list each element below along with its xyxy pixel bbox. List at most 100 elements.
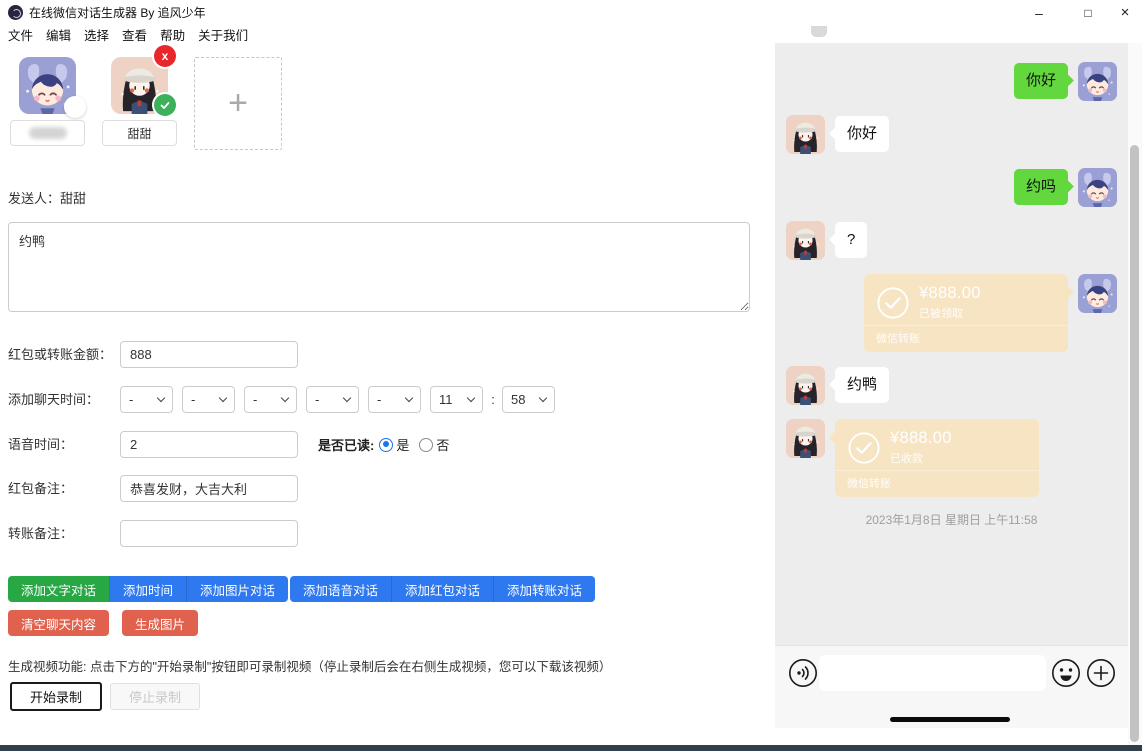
add-redpacket-dialog-button[interactable]: 添加红包对话 bbox=[392, 576, 494, 602]
avatar-picker: x 甜甜 + bbox=[10, 57, 282, 150]
chevron-down-icon bbox=[539, 394, 547, 402]
unselected-circle-icon[interactable] bbox=[64, 96, 86, 118]
check-icon bbox=[876, 286, 910, 320]
selected-check-icon[interactable] bbox=[154, 94, 176, 116]
plus-icon[interactable] bbox=[1086, 658, 1116, 688]
time-select-day[interactable]: - bbox=[244, 386, 297, 413]
title-bar: 在线微信对话生成器 By 追风少年 – □ × bbox=[0, 0, 1142, 26]
emoji-icon[interactable] bbox=[1051, 658, 1081, 688]
transfer-card: ¥888.00 已收款 微信转账 bbox=[835, 419, 1039, 497]
avatar-name-censored bbox=[29, 127, 67, 139]
time-select-month[interactable]: - bbox=[182, 386, 235, 413]
avatar-item-2[interactable]: x 甜甜 bbox=[102, 57, 177, 146]
menu-item-view[interactable]: 查看 bbox=[122, 26, 147, 46]
transfer-footer: 微信转账 bbox=[835, 470, 1039, 497]
redpacket-note-label: 红包备注： bbox=[8, 475, 73, 502]
video-hint-text: 生成视频功能: 点击下方的"开始录制"按钮即可录制视频（停止录制后会在右侧生成视… bbox=[8, 656, 748, 675]
time-select-week[interactable]: - bbox=[306, 386, 359, 413]
message-bubble: ? bbox=[835, 222, 867, 258]
chevron-down-icon bbox=[219, 394, 227, 402]
message-textarea[interactable]: 约鸭 bbox=[8, 222, 750, 312]
time-colon: : bbox=[488, 386, 498, 413]
redpacket-note-input[interactable] bbox=[120, 475, 298, 502]
chat-message: 你好 bbox=[775, 62, 1128, 101]
read-status-label: 是否已读: bbox=[318, 435, 374, 454]
close-icon[interactable]: × bbox=[1114, 0, 1136, 26]
transfer-footer: 微信转账 bbox=[864, 325, 1068, 352]
scrollbar-thumb[interactable] bbox=[1130, 145, 1139, 742]
voice-duration-label: 语音时间： bbox=[8, 431, 73, 458]
window-title: 在线微信对话生成器 By 追风少年 bbox=[29, 0, 206, 26]
avatar-girl bbox=[786, 115, 825, 154]
radio-checked-icon[interactable] bbox=[379, 438, 393, 452]
avatar-item-1[interactable] bbox=[10, 57, 85, 146]
add-image-dialog-button[interactable]: 添加图片对话 bbox=[187, 576, 288, 602]
chat-top-strip bbox=[775, 26, 1128, 43]
add-avatar-button[interactable]: + bbox=[194, 57, 282, 150]
chevron-down-icon bbox=[157, 394, 165, 402]
app-icon bbox=[8, 5, 23, 20]
transfer-status: 已被领取 bbox=[919, 305, 981, 321]
avatar-name-input[interactable]: 甜甜 bbox=[102, 120, 177, 146]
add-time-button[interactable]: 添加时间 bbox=[110, 576, 187, 602]
avatar-girl bbox=[786, 221, 825, 260]
transfer-amount: ¥888.00 bbox=[890, 429, 952, 448]
amount-label: 红包或转账金额： bbox=[8, 341, 112, 368]
home-indicator bbox=[890, 717, 1010, 722]
transfer-card: ¥888.00 已被领取 微信转账 bbox=[864, 274, 1068, 352]
remove-avatar-icon[interactable]: x bbox=[154, 45, 176, 67]
add-text-dialog-button[interactable]: 添加文字对话 bbox=[8, 576, 110, 602]
start-record-button[interactable]: 开始录制 bbox=[10, 682, 102, 711]
chat-input-bar bbox=[775, 645, 1128, 728]
chat-message-transfer: ¥888.00 已被领取 微信转账 bbox=[775, 274, 1128, 352]
menu-item-help[interactable]: 帮助 bbox=[160, 26, 185, 46]
chevron-down-icon bbox=[343, 394, 351, 402]
scrolled-avatar-fragment bbox=[811, 26, 827, 37]
chat-text-input[interactable] bbox=[819, 655, 1046, 691]
clear-chat-button[interactable]: 清空聊天内容 bbox=[8, 610, 109, 636]
chat-message: 约吗 bbox=[775, 168, 1128, 207]
radio-no[interactable]: 否 bbox=[419, 435, 449, 454]
menu-item-select[interactable]: 选择 bbox=[84, 26, 109, 46]
avatar-blue-boy bbox=[1078, 168, 1117, 207]
time-select-minute[interactable]: 58 bbox=[502, 386, 555, 413]
message-bubble: 你好 bbox=[835, 116, 889, 152]
avatar-blue-boy bbox=[1078, 274, 1117, 313]
transfer-note-input[interactable] bbox=[120, 520, 298, 547]
voice-icon[interactable] bbox=[788, 658, 818, 688]
time-label: 添加聊天时间： bbox=[8, 386, 99, 413]
app-window: 在线微信对话生成器 By 追风少年 – □ × 文件 编辑 选择 查看 帮助 关… bbox=[0, 0, 1142, 751]
voice-duration-input[interactable] bbox=[120, 431, 298, 458]
minimize-icon[interactable]: – bbox=[1028, 0, 1050, 26]
avatar-girl bbox=[786, 419, 825, 458]
menu-item-file[interactable]: 文件 bbox=[8, 26, 33, 46]
menu-item-about[interactable]: 关于我们 bbox=[198, 26, 248, 46]
avatar-name-input[interactable] bbox=[10, 120, 85, 146]
chat-message: ? bbox=[775, 221, 1128, 260]
time-select-year[interactable]: - bbox=[120, 386, 173, 413]
add-voice-dialog-button[interactable]: 添加语音对话 bbox=[290, 576, 392, 602]
chat-message: 约鸭 bbox=[775, 366, 1128, 405]
add-transfer-dialog-button[interactable]: 添加转账对话 bbox=[494, 576, 595, 602]
scrollbar-track[interactable] bbox=[1128, 43, 1142, 745]
avatar-girl bbox=[786, 366, 825, 405]
add-dialog-button-group-1: 添加文字对话 添加时间 添加图片对话 bbox=[8, 576, 288, 602]
chat-message-list[interactable]: 你好 你好 约吗 ? ¥888.00 bbox=[775, 43, 1128, 645]
generate-image-button[interactable]: 生成图片 bbox=[122, 610, 198, 636]
stop-record-button: 停止录制 bbox=[110, 683, 200, 710]
menu-bar: 文件 编辑 选择 查看 帮助 关于我们 bbox=[8, 26, 248, 46]
chat-timestamp: 2023年1月8日 星期日 上午11:58 bbox=[775, 511, 1128, 528]
amount-input[interactable] bbox=[120, 341, 298, 368]
radio-yes[interactable]: 是 bbox=[379, 435, 409, 454]
transfer-status: 已收款 bbox=[890, 450, 952, 466]
maximize-icon[interactable]: □ bbox=[1077, 0, 1099, 26]
check-icon bbox=[847, 431, 881, 465]
time-select-hour[interactable]: 11 bbox=[430, 386, 483, 413]
chat-message: 你好 bbox=[775, 115, 1128, 154]
radio-unchecked-icon[interactable] bbox=[419, 438, 433, 452]
chevron-down-icon bbox=[467, 394, 475, 402]
read-status-group: 是否已读: 是 否 bbox=[318, 431, 454, 458]
time-select-ampm[interactable]: - bbox=[368, 386, 421, 413]
menu-item-edit[interactable]: 编辑 bbox=[46, 26, 71, 46]
message-bubble: 约鸭 bbox=[835, 367, 889, 403]
